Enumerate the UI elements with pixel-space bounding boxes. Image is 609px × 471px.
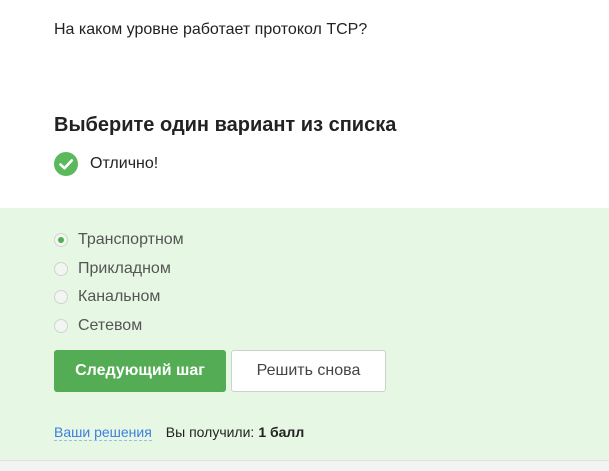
answer-panel: Транспортном Прикладном Канальном Сетево… <box>0 208 609 460</box>
option-item[interactable]: Прикладном <box>54 255 184 284</box>
option-label: Транспортном <box>78 231 184 249</box>
radio-button-selected[interactable] <box>54 233 68 248</box>
bottom-divider <box>0 460 609 471</box>
score-value: 1 балл <box>258 424 305 440</box>
result-footer: Ваши решения Вы получили: 1 балл <box>54 424 304 441</box>
your-solutions-link[interactable]: Ваши решения <box>54 424 152 441</box>
status-message: Отлично! <box>54 152 158 176</box>
radio-button[interactable] <box>54 290 68 305</box>
question-text: На каком уровне работает протокол TCP? <box>54 21 368 38</box>
next-step-button[interactable]: Следующий шаг <box>54 350 226 392</box>
option-label: Канальном <box>78 288 161 306</box>
radio-button[interactable] <box>54 318 68 333</box>
option-label: Прикладном <box>78 259 171 277</box>
quiz-page: На каком уровне работает протокол TCP? В… <box>0 0 609 471</box>
option-label: Сетевом <box>78 316 143 334</box>
option-item[interactable]: Транспортном <box>54 226 184 255</box>
option-item[interactable]: Канальном <box>54 283 184 312</box>
option-item[interactable]: Сетевом <box>54 312 184 341</box>
check-circle-icon <box>54 152 78 176</box>
retry-button[interactable]: Решить снова <box>231 350 386 392</box>
status-text: Отлично! <box>90 155 159 172</box>
radio-button[interactable] <box>54 261 68 276</box>
action-buttons: Следующий шаг Решить снова <box>54 350 386 392</box>
options-list: Транспортном Прикладном Канальном Сетево… <box>54 226 184 340</box>
instruction-title: Выберите один вариант из списка <box>54 114 397 136</box>
score-label: Вы получили: <box>165 424 255 440</box>
